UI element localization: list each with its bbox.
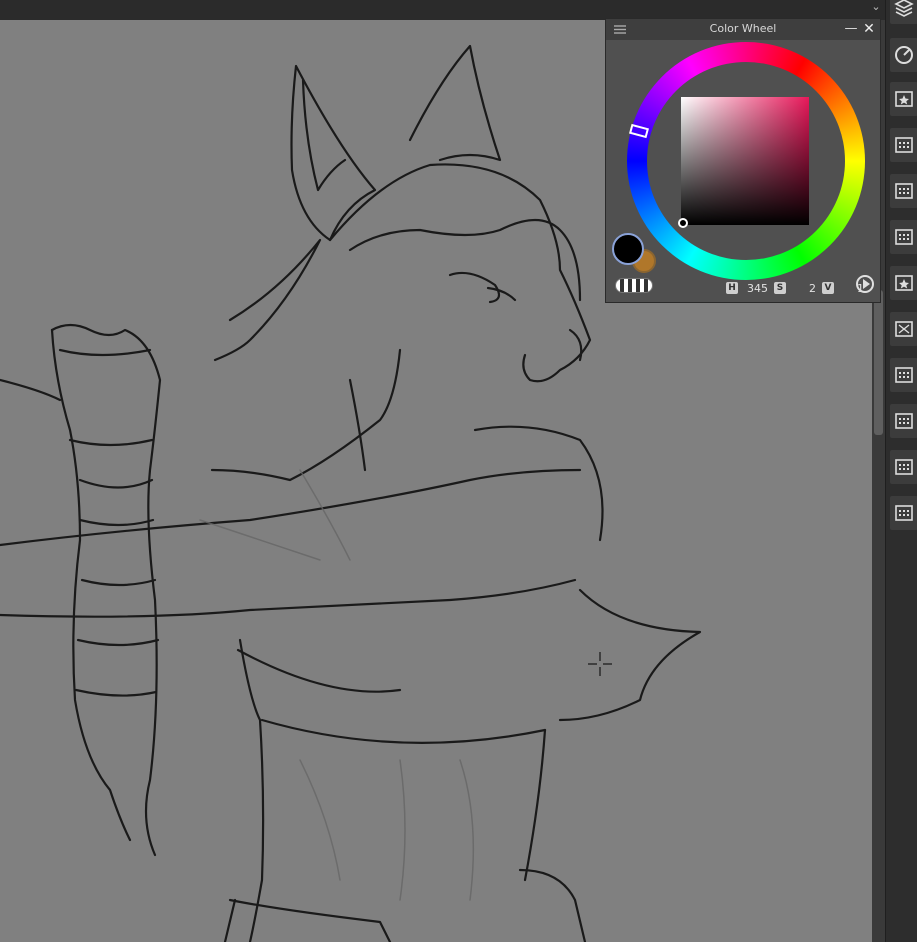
palette-grid-icon: [895, 505, 913, 521]
foreground-color-swatch[interactable]: [612, 233, 644, 265]
value-tag: V: [822, 282, 834, 294]
hue-ring[interactable]: [627, 42, 865, 280]
close-button[interactable]: ✕: [862, 21, 876, 37]
palette-button-3[interactable]: [890, 220, 917, 254]
palette-button-7[interactable]: [890, 496, 917, 530]
panel-title: Color Wheel: [709, 22, 777, 35]
saturation-tag: S: [774, 282, 786, 294]
palette-button-2[interactable]: [890, 174, 917, 208]
minimize-button[interactable]: —: [844, 21, 858, 37]
chevron-down-icon[interactable]: ⌄: [869, 0, 883, 14]
palette-button-4[interactable]: [890, 358, 917, 392]
palette-grid-icon: [895, 459, 913, 475]
saturation-value[interactable]: 2: [790, 282, 818, 295]
color-mode-toggle-icon[interactable]: [856, 275, 874, 293]
hsv-readout: H 345 S 2 V 1: [726, 281, 866, 295]
palette-grid-icon: [895, 229, 913, 245]
palette-grid-icon: [895, 183, 913, 199]
color-wheel-panel: Color Wheel — ✕ H 345 S 2 V 1: [605, 18, 881, 303]
favorites-folder-icon: [895, 275, 913, 291]
saturation-value-marker[interactable]: [678, 218, 688, 228]
navigator-button[interactable]: [890, 38, 917, 72]
layers-icon: [894, 0, 914, 17]
hue-tag: H: [726, 282, 738, 294]
favorites-button-1[interactable]: [890, 82, 917, 116]
palette-grid-icon: [895, 137, 913, 153]
crosshair-cursor-icon: [588, 652, 612, 676]
scrollbar-thumb[interactable]: [874, 290, 883, 435]
palette-button-6[interactable]: [890, 450, 917, 484]
color-wheel-titlebar[interactable]: Color Wheel — ✕: [606, 19, 880, 40]
favorites-button-2[interactable]: [890, 266, 917, 300]
transform-button[interactable]: [890, 312, 917, 346]
favorites-folder-icon: [895, 91, 913, 107]
palette-button-1[interactable]: [890, 128, 917, 162]
right-tool-strip: [885, 0, 917, 942]
palette-grid-icon: [895, 413, 913, 429]
navigator-icon: [895, 46, 913, 64]
transparent-color-button[interactable]: [615, 278, 653, 293]
saturation-value-square[interactable]: [681, 97, 809, 225]
layers-button[interactable]: [890, 0, 917, 24]
transform-icon: [895, 321, 913, 337]
palette-button-5[interactable]: [890, 404, 917, 438]
palette-grid-icon: [895, 367, 913, 383]
hue-value[interactable]: 345: [742, 282, 770, 295]
